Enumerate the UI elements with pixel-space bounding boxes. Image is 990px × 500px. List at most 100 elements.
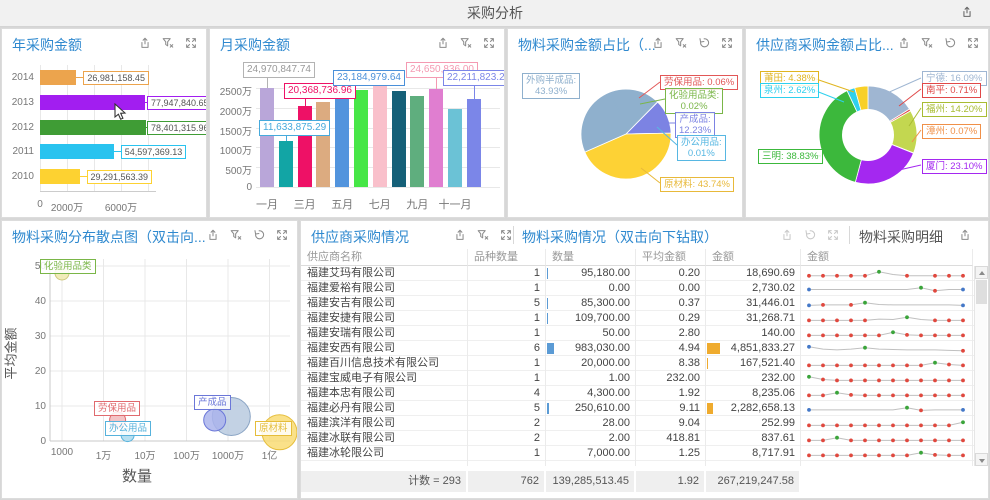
supplier-table: 供应商名称品种数量数量平均金额金额金额福建艾玛有限公司195,180.000.2… — [301, 249, 988, 498]
bar-五月[interactable] — [335, 95, 349, 187]
export-icon[interactable] — [206, 228, 220, 242]
panel-supplier-donut: 供应商采购金额占比... 莆田: 4.38%泉州: 2.62%宁德: 16.09… — [745, 28, 989, 218]
scrollbar-thumb[interactable] — [976, 280, 987, 304]
bar-2014[interactable] — [40, 70, 76, 85]
export-icon[interactable] — [897, 36, 911, 50]
filter-icon[interactable] — [459, 36, 473, 50]
bar-二月[interactable] — [279, 141, 293, 187]
export-icon[interactable] — [436, 36, 450, 50]
bar-四月[interactable] — [316, 102, 330, 187]
undo-icon[interactable] — [252, 228, 266, 242]
y-axis-label: 1000万 — [210, 142, 252, 157]
table-footer-cell: 计数 = 293 — [301, 471, 466, 492]
expand-icon[interactable] — [482, 36, 496, 50]
bar-三月[interactable] — [298, 106, 312, 187]
sparkline — [801, 296, 971, 311]
sparkline — [801, 446, 971, 461]
x-axis-label: 十一月 — [433, 196, 477, 212]
expand-icon[interactable] — [275, 228, 289, 242]
table-row[interactable]: 福建百川信息技术有限公司120,000.008.38167,521.40 — [301, 356, 987, 371]
bar-九月[interactable] — [410, 96, 424, 187]
month-bar-chart: 0500万1000万1500万2000万2500万一月三月五月七月九月十一月24… — [210, 57, 504, 217]
table-row[interactable]: 福建宝威电子有限公司11.00232.00232.00 — [301, 371, 987, 386]
panel-title-material-detail: 物料采购明细 — [859, 227, 943, 247]
panel-title-material-trend: 物料采购情况（双击向下钻取） — [522, 227, 718, 247]
panel-title: 年采购金额 — [12, 35, 82, 55]
table-footer-cell: 139,285,513.45 — [546, 471, 634, 492]
bar-value-label: 11,633,875.29 — [259, 120, 330, 136]
x-axis-label: 6000万 — [103, 199, 139, 214]
table-row[interactable]: 福建艾玛有限公司195,180.000.2018,690.69 — [301, 266, 987, 281]
table-row[interactable]: 福建冰轮限公司17,000.001.258,717.91 — [301, 446, 987, 461]
filter-icon[interactable] — [229, 228, 243, 242]
scatter-chart: 0102030405010001万10万100万1000万1亿数量平均金额化验用… — [2, 249, 297, 498]
export-icon[interactable] — [651, 36, 665, 50]
slice-label: 福州: 14.20% — [922, 102, 987, 117]
slice-label: 泉州: 2.62% — [760, 83, 819, 98]
table-row[interactable]: 福建必丹有限公司5250,610.009.112,282,658.13 — [301, 401, 987, 416]
table-footer-cell: 762 — [468, 471, 544, 492]
export-icon[interactable] — [138, 36, 152, 50]
undo-icon[interactable] — [697, 36, 711, 50]
supplier-donut-chart: 莆田: 4.38%泉州: 2.62%宁德: 16.09%南平: 0.71%福州:… — [746, 57, 988, 217]
table-row[interactable]: 福建安西有限公司6983,030.004.944,851,833.27 — [301, 341, 987, 356]
bar-七月[interactable] — [373, 86, 387, 187]
export-icon[interactable] — [960, 5, 976, 21]
year-bar-chart: 201426,981,158.45201377,947,840.65201278… — [2, 57, 206, 217]
expand-icon[interactable] — [966, 36, 980, 50]
bar-十二月[interactable] — [467, 99, 481, 187]
table-row[interactable]: 福建安瑞有限公司150.002.80140.00 — [301, 326, 987, 341]
sparkline — [801, 326, 971, 341]
undo-icon[interactable] — [943, 36, 957, 50]
table-row[interactable]: 福建爱裕有限公司10.000.002,730.02 — [301, 281, 987, 296]
table-row[interactable]: 福建安吉有限公司585,300.000.3731,446.01 — [301, 296, 987, 311]
scroll-down-button[interactable] — [975, 453, 988, 466]
bar-2010[interactable] — [40, 169, 80, 184]
sparkline — [801, 431, 971, 446]
mouse-cursor — [114, 103, 127, 122]
bar-六月[interactable] — [354, 90, 368, 187]
bar-十月[interactable] — [429, 89, 443, 187]
table-row[interactable]: 福建安捷有限公司1109,700.000.2931,268.71 — [301, 311, 987, 326]
bar-十一月[interactable] — [448, 109, 462, 187]
slice-label: 办公用品:0.01% — [677, 135, 726, 161]
slice-label: 漳州: 0.07% — [922, 124, 981, 139]
export-icon[interactable] — [453, 228, 467, 242]
bar-2013[interactable] — [40, 95, 145, 110]
expand-icon[interactable] — [184, 36, 198, 50]
y-axis-label: 2010 — [2, 171, 34, 182]
expand-icon[interactable] — [720, 36, 734, 50]
bar-value-label: 24,970,847.74 — [243, 62, 315, 78]
panel-title-supplier-table: 供应商采购情况 — [311, 227, 409, 247]
expand-icon[interactable] — [499, 228, 513, 242]
panel-divider — [513, 226, 514, 244]
slice-label: 三明: 38.83% — [758, 149, 823, 164]
table-row[interactable]: 福建冰联有限公司22.00418.81837.61 — [301, 431, 987, 446]
table-row[interactable]: 福建滨洋有限公司228.009.04252.99 — [301, 416, 987, 431]
y-axis-label: 500万 — [210, 162, 252, 177]
y-axis-label: 10 — [20, 401, 46, 412]
filter-icon[interactable] — [161, 36, 175, 50]
panel-title: 供应商采购金额占比... — [756, 35, 894, 55]
bubble-产成品[interactable] — [204, 409, 226, 431]
scrollbar[interactable] — [974, 266, 987, 466]
slice-label: 南平: 0.71% — [922, 83, 981, 98]
filter-icon[interactable] — [476, 228, 490, 242]
sparkline — [801, 266, 971, 281]
sparkline — [801, 371, 971, 386]
expand-icon — [826, 228, 840, 242]
bar-value-label: 54,597,369.13 — [121, 145, 187, 159]
bar-2011[interactable] — [40, 144, 114, 159]
filter-icon[interactable] — [920, 36, 934, 50]
slice-label: 化验用品类:0.02% — [665, 88, 723, 114]
panel-material-pie: 物料采购金额占比（... 外购半成品:43.93%劳保用品: 0.06%化验用品… — [507, 28, 743, 218]
export-icon — [780, 228, 794, 242]
bar-八月[interactable] — [392, 91, 406, 187]
bar-2012[interactable] — [40, 120, 146, 135]
scroll-up-button[interactable] — [975, 266, 988, 279]
bar-一月[interactable] — [260, 88, 274, 187]
export-icon[interactable] — [958, 228, 972, 242]
table-row[interactable]: 福建本忠有限公司44,300.001.928,235.06 — [301, 386, 987, 401]
filter-icon[interactable] — [674, 36, 688, 50]
bubble-label: 化验用品类 — [40, 259, 96, 274]
